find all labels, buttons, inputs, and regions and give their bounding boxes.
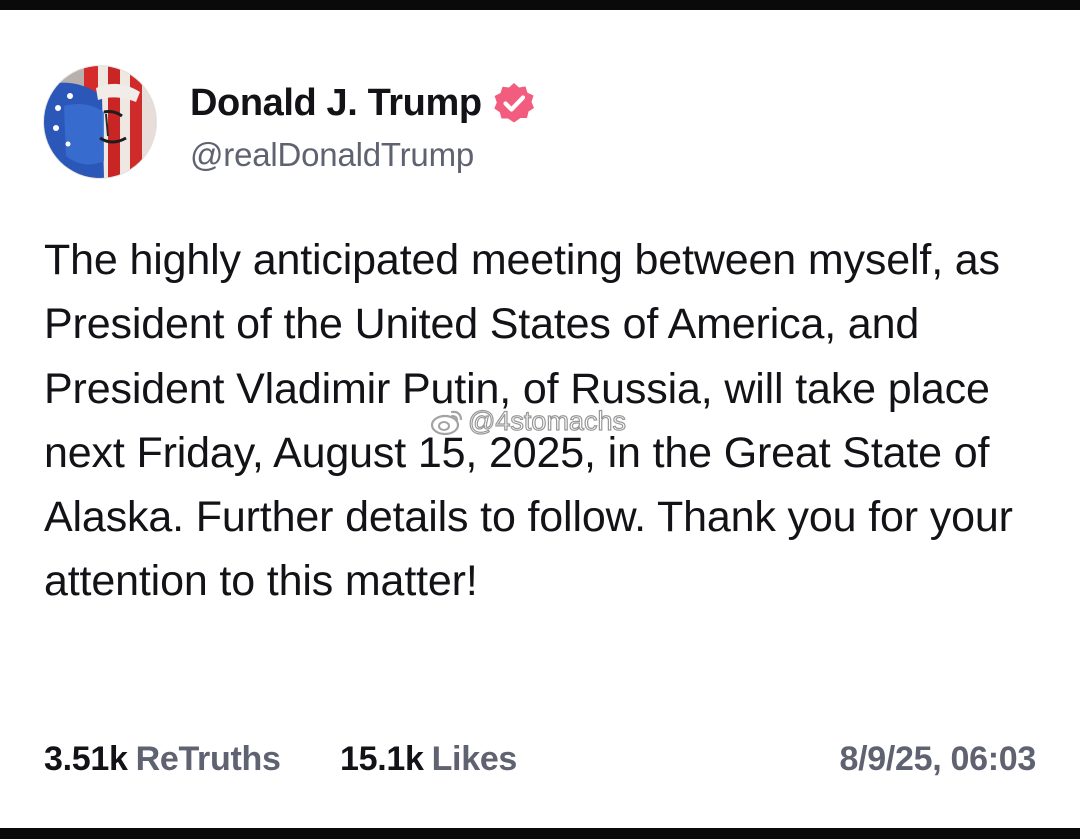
likes-stat[interactable]: 15.1k Likes [340,740,517,779]
watermark: @4stomachs [430,403,627,439]
post-footer: 3.51k ReTruths 15.1k Likes 8/9/25, 06:03 [44,740,1036,790]
likes-count: 15.1k [340,740,424,778]
avatar-image [44,66,156,178]
avatar[interactable] [44,66,156,178]
weibo-icon [430,406,464,436]
author-display-name[interactable]: Donald J. Trump [190,82,482,125]
likes-label: Likes [431,740,518,778]
retruths-stat[interactable]: 3.51k ReTruths [44,740,281,779]
retruths-label: ReTruths [135,740,281,778]
verified-badge-icon [492,81,536,125]
watermark-text: @4stomachs [467,405,626,436]
top-border [0,0,1080,10]
author-handle[interactable]: @realDonaldTrump [190,136,474,174]
author-name-row: Donald J. Trump [190,78,536,128]
post-timestamp[interactable]: 8/9/25, 06:03 [840,740,1037,779]
retruths-count: 3.51k [44,740,128,778]
bottom-border [0,828,1080,839]
post-header: Donald J. Trump @realDonaldTrump [44,66,744,180]
